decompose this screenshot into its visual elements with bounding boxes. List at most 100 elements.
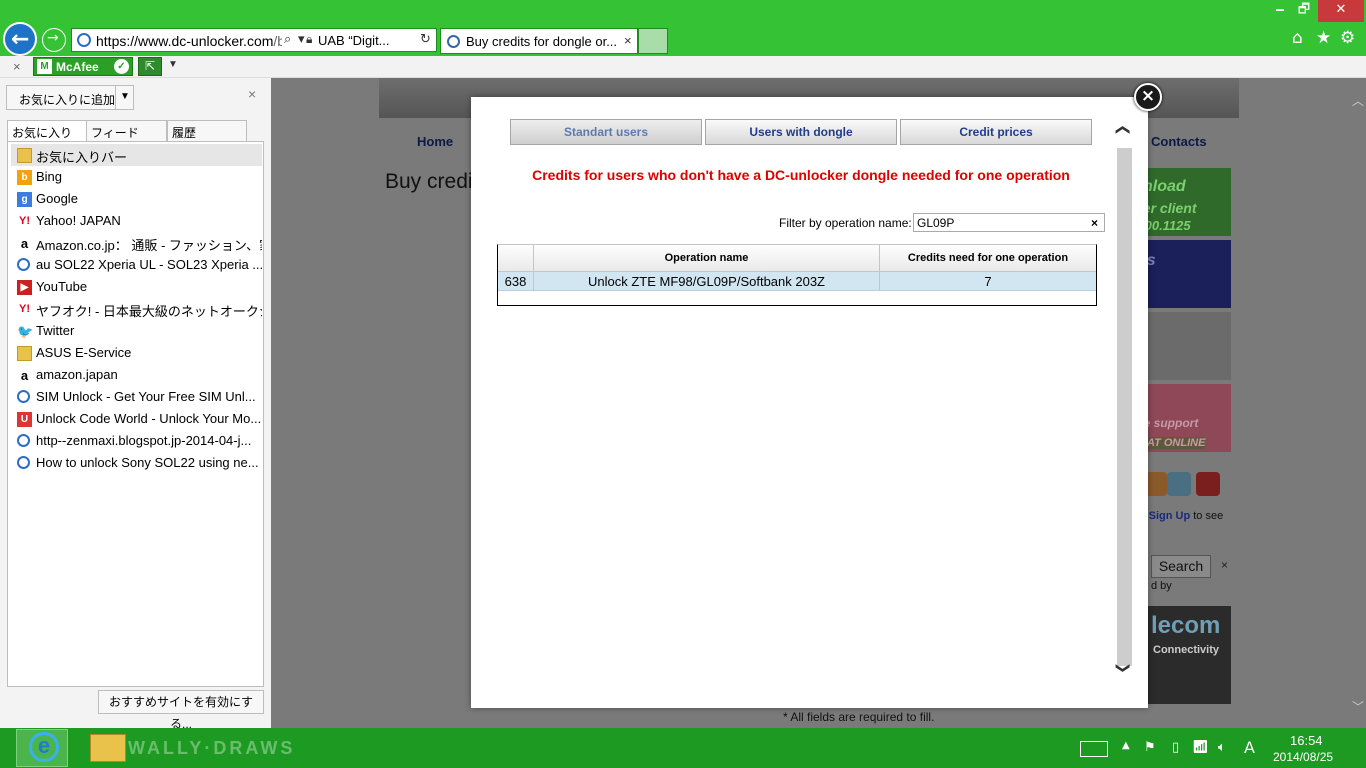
forward-button[interactable]: → [42, 28, 66, 52]
favorite-item-label: ヤフオク! - 日本最大級のネットオークションサ... [36, 304, 262, 319]
tab-title: Buy credits for dongle or... [466, 34, 618, 49]
favorite-item[interactable]: http--zenmaxi.blogspot.jp-2014-04-j... [11, 430, 262, 452]
favorite-item[interactable]: Y! ヤフオク! - 日本最大級のネットオークションサ... [11, 298, 262, 320]
favorite-item-label: ASUS E-Service [36, 345, 132, 360]
clear-filter-icon[interactable]: × [1091, 216, 1098, 230]
column-divider [533, 245, 534, 291]
close-icon[interactable]: × [1221, 558, 1228, 572]
taskbar-ie-button[interactable]: e [16, 729, 68, 767]
row-credits: 7 [984, 274, 992, 289]
chevron-down-icon[interactable]: ❯ [1115, 662, 1131, 674]
column-divider [879, 245, 880, 291]
modal-close-button[interactable]: × [1134, 83, 1162, 111]
column-header-credits[interactable]: Credits need for one operation [880, 252, 1096, 264]
ime-mode[interactable]: A [1244, 738, 1255, 757]
required-fields-note: * All fields are required to fill. [783, 710, 935, 724]
close-icon[interactable]: × [248, 86, 256, 102]
favorite-item[interactable]: ▶ YouTube [11, 276, 262, 298]
tab-credit-prices[interactable]: Credit prices [900, 119, 1092, 145]
favorite-item[interactable]: ASUS E-Service [11, 342, 262, 364]
tab-history[interactable]: 履歴 [167, 120, 247, 142]
volume-icon[interactable]: 🔈︎ [1218, 740, 1226, 755]
favorite-item-label: amazon.japan [36, 367, 118, 382]
touch-keyboard-icon[interactable] [1080, 741, 1108, 757]
favorites-star-icon[interactable]: ★ [1316, 28, 1331, 48]
network-signal-icon[interactable]: 📶︎ [1192, 740, 1209, 755]
tab-favicon-icon [447, 35, 460, 48]
favorite-item[interactable]: a Amazon.co.jp： 通販 - ファッション、家電... [11, 232, 262, 254]
flag-icon[interactable]: ⚑ [1144, 740, 1156, 755]
chevron-down-icon[interactable]: ▾ [298, 32, 305, 47]
table-header: Operation name Credits need for one oper… [498, 245, 1096, 272]
modal-scrollbar[interactable]: ❮ ❯ [1115, 122, 1133, 690]
nav-contacts[interactable]: Contacts [1151, 134, 1207, 149]
chevron-down-icon[interactable]: ▼ [168, 59, 178, 70]
favorite-item[interactable]: SIM Unlock - Get Your Free SIM Unl... [11, 386, 262, 408]
scroll-up-icon[interactable]: ︿ [1352, 92, 1364, 109]
signup-text: s. Sign Up to see [1137, 510, 1224, 522]
row-id: 638 [504, 274, 527, 289]
powered-by-label: d by [1151, 580, 1172, 592]
tab-standart-users[interactable]: Standart users [510, 119, 702, 145]
lock-icon[interactable]: 🔒︎ [306, 32, 312, 47]
folder-icon [17, 346, 32, 361]
minimize-button[interactable]: 🗕 [1268, 0, 1292, 22]
url-text[interactable]: https://www.dc-unlocker.com/b [96, 33, 282, 49]
tab-buy-credits[interactable]: Buy credits for dongle or... × [440, 28, 638, 54]
restore-button[interactable]: 🗗 [1292, 0, 1316, 22]
favorite-item[interactable]: 🐦 Twitter [11, 320, 262, 342]
share-button[interactable]: ⇱ [138, 57, 162, 76]
search-button[interactable]: Search [1151, 555, 1211, 578]
gear-icon[interactable]: ⚙ [1340, 28, 1355, 48]
clock-time[interactable]: 16:54 [1290, 733, 1323, 748]
new-tab-button[interactable] [638, 28, 668, 54]
chevron-up-icon[interactable]: ❮ [1115, 124, 1131, 136]
youtube-icon: ▶ [17, 280, 32, 295]
favorite-item[interactable]: Y! Yahoo! JAPAN [11, 210, 262, 232]
window-close-button[interactable]: ✕ [1318, 0, 1364, 22]
clock-date[interactable]: 2014/08/25 [1273, 750, 1333, 764]
tab-feeds[interactable]: フィード [86, 120, 167, 142]
taskbar-file-explorer-button[interactable] [90, 734, 126, 762]
scrollbar-thumb[interactable] [1117, 148, 1132, 666]
toolbar-close-icon[interactable]: × [13, 59, 21, 74]
table-row[interactable]: 638 Unlock ZTE MF98/GL09P/Softbank 203Z … [498, 272, 1096, 291]
add-to-favorites-button[interactable]: お気に入りに追加 ▼ [6, 85, 134, 110]
tab-close-icon[interactable]: × [624, 33, 632, 48]
home-icon[interactable]: ⌂ [1292, 28, 1303, 48]
certificate-name[interactable]: UAB “Digit... [318, 33, 390, 48]
favorite-item[interactable]: U Unlock Code World - Unlock Your Mo... [11, 408, 262, 430]
ucw-icon: U [17, 412, 32, 427]
mcafee-shield-icon: M [37, 59, 52, 74]
favorite-item[interactable]: b Bing [11, 166, 262, 188]
mcafee-button[interactable]: M McAfee ✓ [33, 57, 133, 76]
chevron-down-icon[interactable]: ▼ [115, 85, 134, 110]
nav-home[interactable]: Home [417, 134, 453, 149]
tab-users-with-dongle[interactable]: Users with dongle [705, 119, 897, 145]
column-header-operation[interactable]: Operation name [534, 252, 879, 264]
favorite-item[interactable]: au SOL22 Xperia UL - SOL23 Xperia ... [11, 254, 262, 276]
youtube-icon[interactable] [1196, 472, 1220, 496]
battery-icon[interactable]: ▯ [1172, 740, 1179, 755]
enable-suggested-sites-button[interactable]: おすすめサイトを有効にする... [98, 690, 264, 731]
show-hidden-icons-icon[interactable]: ▲ [1122, 740, 1130, 751]
favorite-item-label: Bing [36, 169, 63, 184]
add-to-favorites-label: お気に入りに追加 [19, 93, 116, 107]
filter-input[interactable] [913, 213, 1105, 232]
credits-modal: Standart users Users with dongle Credit … [471, 97, 1148, 708]
favorite-item[interactable]: お気に入りバー [11, 144, 262, 166]
page-scrollbar[interactable]: ︿ ﹀ [1348, 78, 1366, 728]
tab-favorites[interactable]: お気に入り [7, 120, 87, 142]
address-bar[interactable]: https://www.dc-unlocker.com/b ⌕ ▾ 🔒︎ UAB… [71, 28, 437, 52]
twitter-icon[interactable] [1167, 472, 1191, 496]
refresh-icon[interactable]: ↻ [420, 32, 431, 47]
scroll-down-icon[interactable]: ﹀ [1352, 698, 1364, 715]
favorite-item[interactable]: a amazon.japan [11, 364, 262, 386]
ie-icon [17, 390, 30, 403]
signup-link[interactable]: Sign Up [1149, 510, 1191, 522]
search-icon[interactable]: ⌕ [284, 32, 291, 47]
favorite-item[interactable]: How to unlock Sony SOL22 using ne... [11, 452, 262, 474]
favorite-item[interactable]: g Google [11, 188, 262, 210]
google-icon: g [17, 192, 32, 207]
back-button[interactable]: ← [3, 22, 37, 56]
